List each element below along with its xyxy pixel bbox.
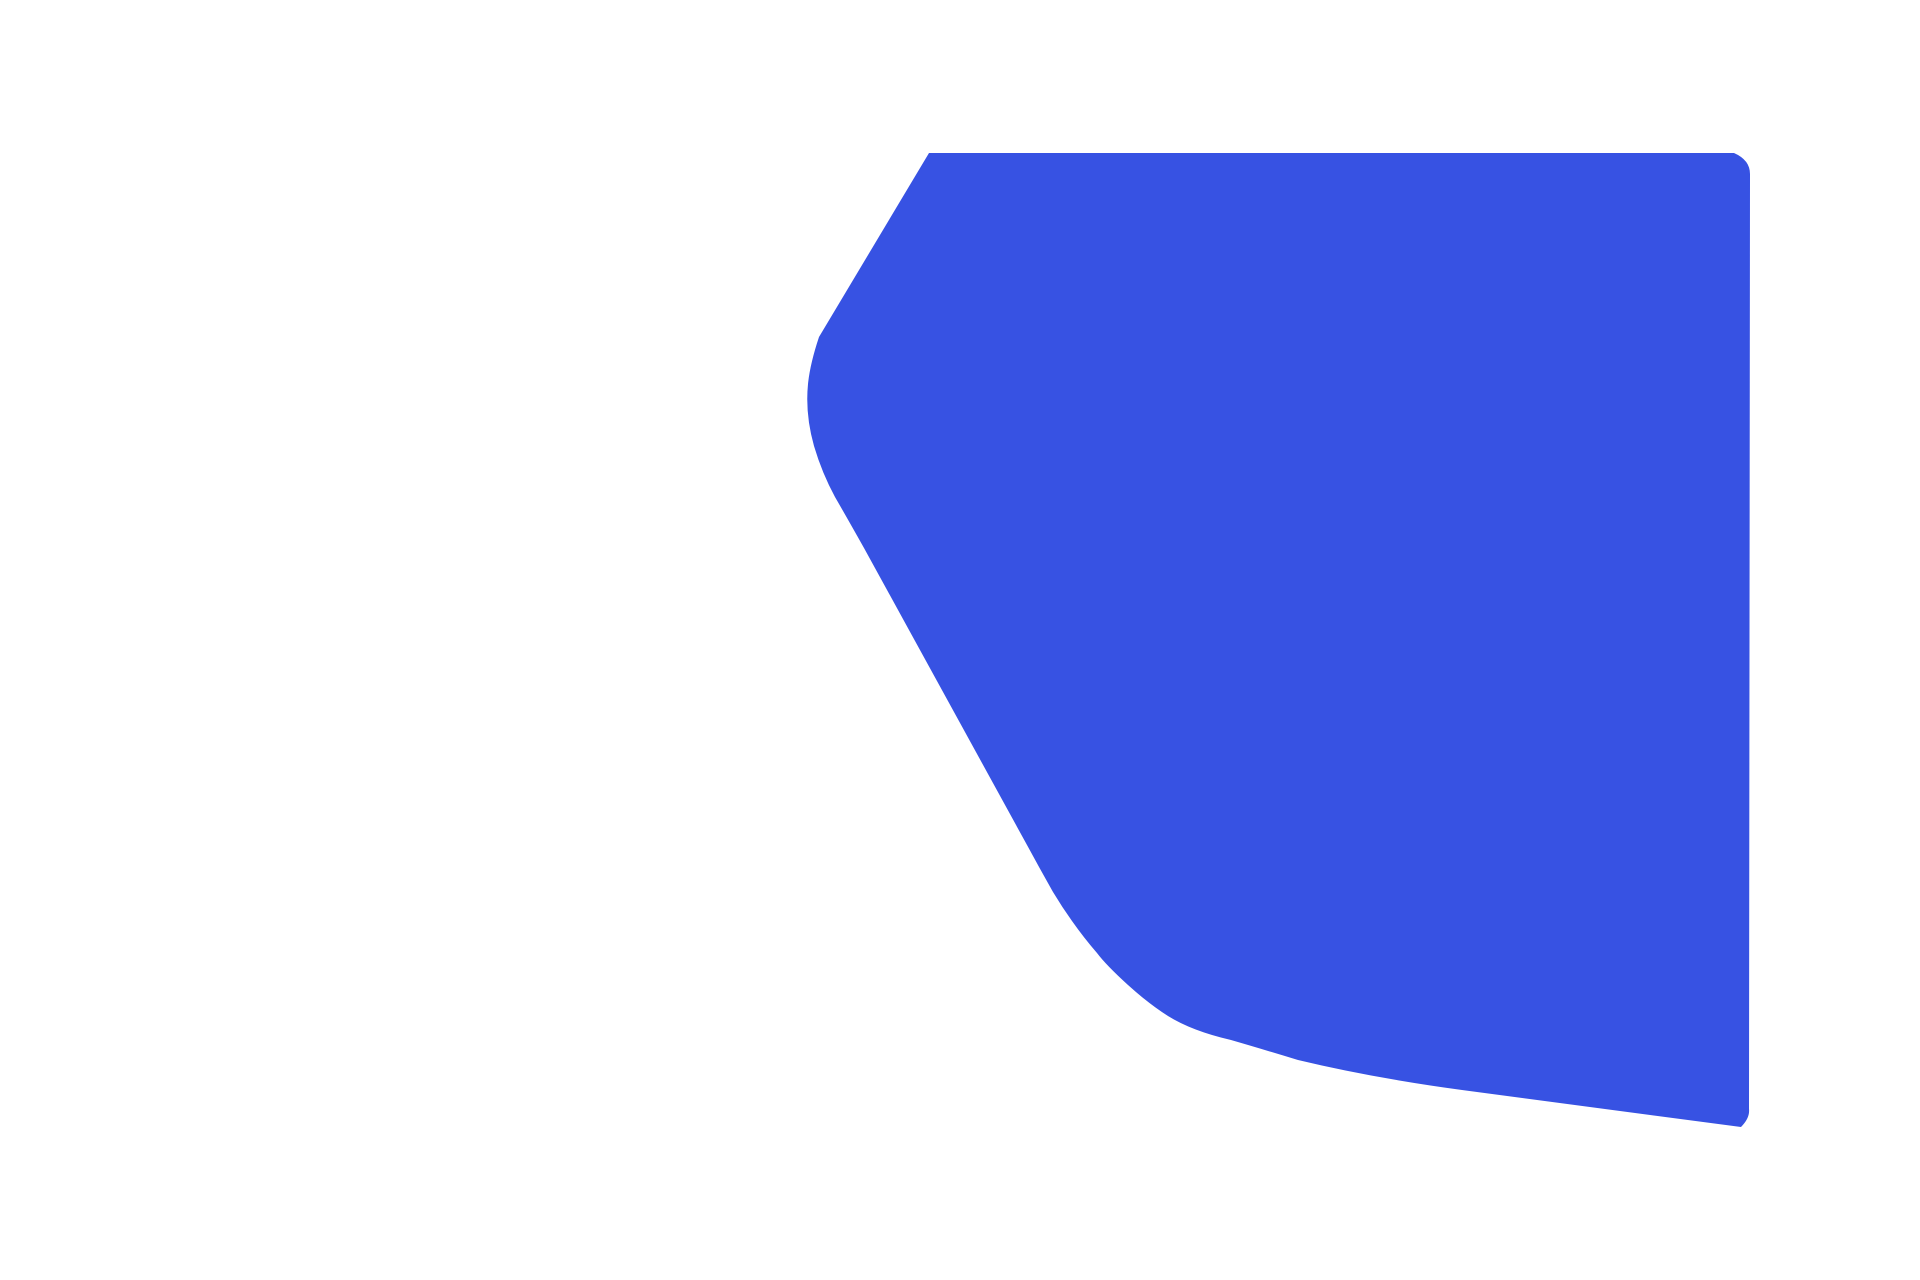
blue-polygon-shape (807, 153, 1750, 1127)
shape-svg (807, 153, 1750, 1127)
page-canvas (0, 0, 1920, 1280)
